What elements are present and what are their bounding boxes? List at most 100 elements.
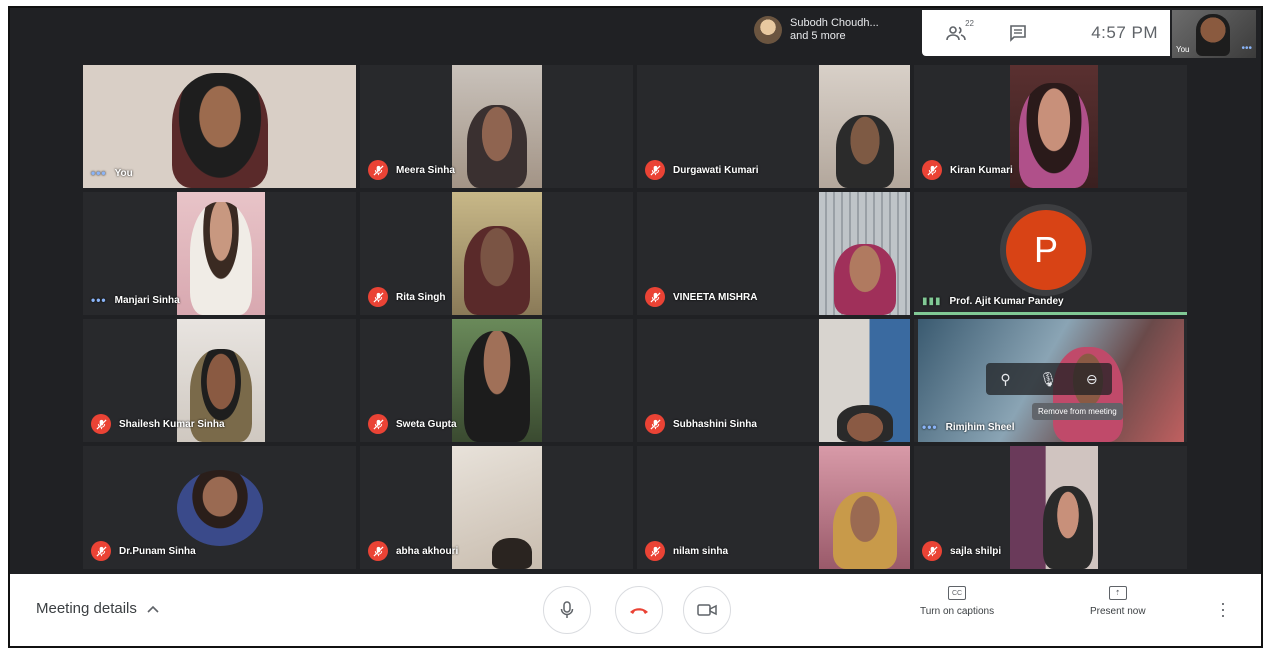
captions-button[interactable]: CC Turn on captions <box>920 586 994 617</box>
participant-name: You <box>114 167 133 179</box>
participant-tile[interactable]: ••• You <box>83 65 356 188</box>
participant-video <box>452 446 542 569</box>
participant-video <box>171 73 268 188</box>
participant-name: nilam sinha <box>673 545 729 557</box>
mic-off-icon <box>91 414 111 434</box>
participant-name: Prof. Ajit Kumar Pandey <box>949 296 1064 307</box>
more-options-icon[interactable]: ••• <box>91 166 107 180</box>
participant-name: VINEETA MISHRA <box>673 291 758 303</box>
participant-name: Meera Sinha <box>396 164 455 176</box>
active-speaker-bar <box>914 312 1187 315</box>
participant-name: Manjari Sinha <box>114 294 180 306</box>
participant-tile[interactable]: sajla shilpi <box>914 446 1187 569</box>
participant-tile[interactable]: abha akhouri <box>360 446 633 569</box>
self-label: You <box>1176 45 1190 54</box>
mic-off-icon <box>645 541 665 561</box>
presenting-chip[interactable]: Subodh Choudh... and 5 more <box>748 10 920 50</box>
participant-tile[interactable]: Sweta Gupta <box>360 319 633 442</box>
participant-name: Kiran Kumari <box>950 164 1013 176</box>
participant-tile[interactable]: Meera Sinha <box>360 65 633 188</box>
participant-video <box>177 192 265 315</box>
speaking-indicator-icon: ▮▮▮ <box>922 296 942 307</box>
mic-off-icon <box>91 541 111 561</box>
participant-tile[interactable]: Rita Singh <box>360 192 633 315</box>
participant-name: Rita Singh <box>396 291 446 303</box>
remove-icon[interactable]: ⊖ <box>1086 371 1098 388</box>
presenter-more: and 5 more <box>790 30 846 42</box>
present-now-button[interactable]: ⇡ Present now <box>1090 586 1146 617</box>
mic-off-icon <box>922 541 942 561</box>
participant-avatar: P <box>1006 210 1086 290</box>
leave-call-button[interactable] <box>615 586 663 634</box>
bottom-toolbar: Meeting details CC Turn on captions ⇡ Pr… <box>10 574 1261 646</box>
participant-video <box>819 65 910 188</box>
presenter-avatar <box>754 16 782 44</box>
mic-off-icon <box>368 160 388 180</box>
participant-video <box>819 446 910 569</box>
present-label: Present now <box>1090 606 1146 617</box>
people-icon <box>946 26 966 41</box>
self-video <box>1196 14 1230 56</box>
meeting-details-button[interactable]: Meeting details <box>36 600 159 617</box>
participant-video <box>1010 65 1098 188</box>
more-options-icon[interactable]: · · · <box>1220 594 1226 624</box>
participant-video <box>819 319 910 442</box>
mic-off-icon <box>645 160 665 180</box>
participant-tile[interactable]: Shailesh Kumar Sinha <box>83 319 356 442</box>
mic-off-icon <box>645 287 665 307</box>
participant-video <box>452 319 542 442</box>
captions-label: Turn on captions <box>920 606 995 617</box>
mute-participant-icon[interactable]: 🎙︎ <box>1039 371 1057 388</box>
participant-tile[interactable]: VINEETA MISHRA <box>637 192 910 315</box>
more-options-icon[interactable]: ••• <box>91 293 107 307</box>
participant-name: Durgawati Kumari <box>673 164 759 176</box>
hang-up-icon <box>630 608 648 614</box>
mic-off-icon <box>922 160 942 180</box>
participant-tile[interactable]: Dr.Punam Sinha <box>83 446 356 569</box>
participant-tile[interactable]: ⚲ 🎙︎ ⊖ Remove from meeting ••• Rimjhim S… <box>914 319 1187 442</box>
chat-button[interactable] <box>1004 19 1032 47</box>
captions-icon: CC <box>948 586 967 600</box>
participant-video <box>819 192 910 315</box>
participant-name: Sweta Gupta <box>396 418 457 430</box>
participant-name: Shailesh Kumar Sinha <box>119 418 225 430</box>
more-options-icon[interactable]: ••• <box>922 420 938 434</box>
participant-tile[interactable]: Subhashini Sinha <box>637 319 910 442</box>
participant-name: abha akhouri <box>396 545 459 557</box>
participant-name: Subhashini Sinha <box>673 418 757 430</box>
mic-off-icon <box>368 541 388 561</box>
people-count: 22 <box>965 19 974 28</box>
camera-button[interactable] <box>683 586 731 634</box>
chevron-up-icon <box>147 605 159 613</box>
mic-off-icon <box>368 414 388 434</box>
participant-tile[interactable]: Kiran Kumari <box>914 65 1187 188</box>
pin-icon[interactable]: ⚲ <box>1000 371 1010 388</box>
microphone-button[interactable] <box>543 586 591 634</box>
self-view-thumbnail[interactable]: You ••• <box>1172 10 1256 58</box>
clock: 4:57 PM <box>1091 23 1158 42</box>
participant-video <box>177 470 263 546</box>
microphone-icon <box>560 601 574 618</box>
participant-video <box>1010 446 1098 569</box>
remove-tooltip: Remove from meeting <box>1032 403 1123 420</box>
mic-off-icon <box>368 287 388 307</box>
participant-name: Rimjhim Sheel <box>945 421 1015 433</box>
camera-icon <box>697 604 717 616</box>
more-options-icon[interactable]: ••• <box>1241 43 1252 54</box>
participant-tile[interactable]: nilam sinha <box>637 446 910 569</box>
mic-off-icon <box>645 414 665 434</box>
participant-name: sajla shilpi <box>950 545 1002 557</box>
chat-icon <box>1010 25 1026 42</box>
top-right-panel: 22 4:57 PM <box>922 10 1170 56</box>
present-icon: ⇡ <box>1108 586 1127 600</box>
tile-hover-controls: ⚲ 🎙︎ ⊖ <box>986 363 1112 395</box>
participant-tile[interactable]: Durgawati Kumari <box>637 65 910 188</box>
participant-tile[interactable]: ••• Manjari Sinha <box>83 192 356 315</box>
participant-tile[interactable]: P ▮▮▮ Prof. Ajit Kumar Pandey <box>914 192 1187 315</box>
people-button[interactable]: 22 <box>942 19 974 47</box>
presenter-name: Subodh Choudh... <box>790 17 879 29</box>
participant-grid: ••• You Meera Sinha Durgawati Kumari Kir… <box>83 65 1187 569</box>
participant-video <box>452 192 542 315</box>
meeting-details-label: Meeting details <box>36 600 137 617</box>
participant-name: Dr.Punam Sinha <box>119 545 196 557</box>
